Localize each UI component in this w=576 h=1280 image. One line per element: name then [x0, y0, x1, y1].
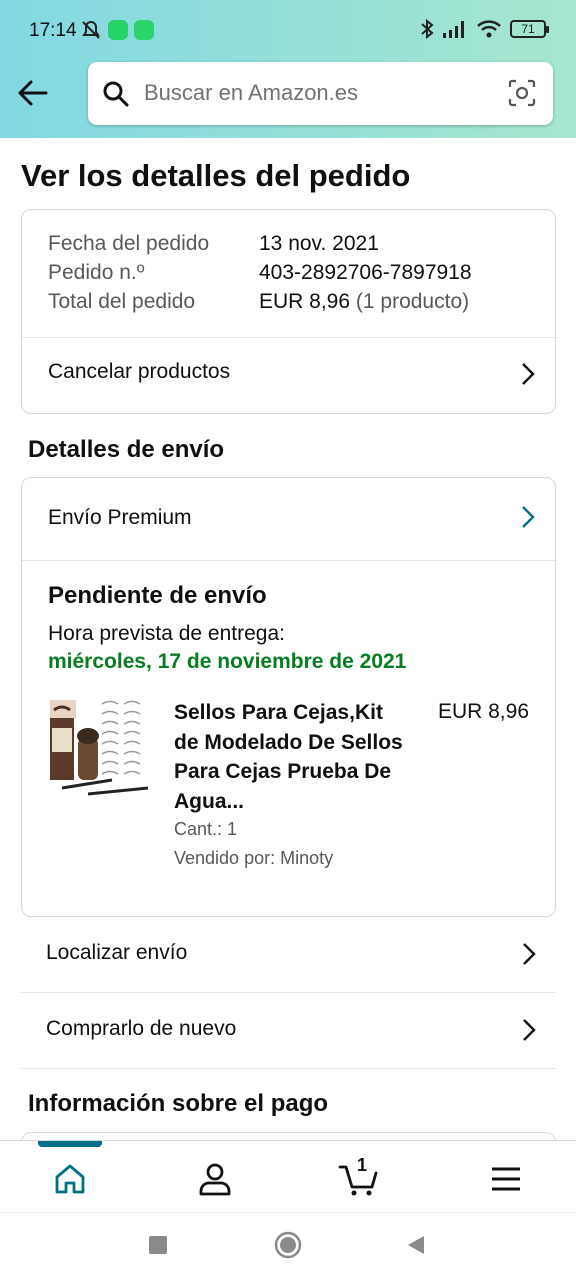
cart-button[interactable]: 1	[338, 1155, 382, 1199]
search-icon	[103, 81, 129, 107]
order-number-label: Pedido n.º	[48, 261, 145, 284]
track-shipment-label: Localizar envío	[46, 941, 188, 964]
chevron-right-icon	[523, 1019, 536, 1041]
shipment-status: Pendiente de envío	[48, 582, 267, 609]
recents-icon[interactable]	[148, 1235, 168, 1255]
status-right-icons: 71	[420, 18, 549, 40]
account-icon[interactable]	[195, 1159, 235, 1199]
order-number-value: 403-2892706-7897918	[259, 261, 472, 284]
order-summary-card: Fecha del pedido 13 nov. 2021 Pedido n.º…	[21, 209, 556, 414]
divider	[22, 560, 555, 561]
camera-scan-icon[interactable]	[507, 78, 537, 108]
bottom-nav: 1	[0, 1140, 576, 1212]
whatsapp-icon	[108, 20, 128, 40]
cart-count: 1	[357, 1155, 368, 1175]
status-bar: 17:14 71	[0, 0, 576, 62]
order-date-label: Fecha del pedido	[48, 232, 210, 255]
product-seller: Vendido por: Minoty	[174, 848, 334, 868]
bluetooth-icon	[421, 18, 434, 40]
wifi-icon	[477, 20, 501, 38]
product-quantity: Cant.: 1	[174, 819, 238, 839]
signal-icon	[443, 21, 464, 38]
menu-icon[interactable]	[486, 1159, 526, 1199]
product-price: EUR 8,96	[437, 700, 529, 723]
shipping-card: Envío Premium Pendiente de envío Hora pr…	[21, 477, 556, 917]
product-title-link[interactable]: Sellos Para Cejas,Kit de Modelado De Sel…	[174, 698, 404, 816]
home-icon[interactable]	[50, 1159, 90, 1199]
premium-shipping-label: Envío Premium	[48, 506, 192, 529]
order-total-amount: EUR 8,96	[259, 290, 351, 313]
cancel-products-label: Cancelar productos	[48, 360, 231, 383]
order-total-value: EUR 8,96 (1 producto)	[259, 290, 469, 314]
back-arrow-icon[interactable]	[16, 76, 50, 110]
premium-shipping-button[interactable]: Envío Premium	[22, 478, 555, 560]
home-system-icon[interactable]	[274, 1231, 302, 1259]
status-left-icons	[80, 19, 154, 41]
chevron-right-icon	[523, 943, 536, 965]
back-system-icon[interactable]	[406, 1235, 426, 1255]
search-bar[interactable]: Buscar en Amazon.es	[88, 62, 553, 125]
shipping-section-title: Detalles de envío	[28, 436, 225, 463]
system-nav-bar	[0, 1212, 576, 1280]
product-image[interactable]	[48, 698, 152, 798]
muted-bell-icon	[82, 20, 100, 39]
buy-again-label: Comprarlo de nuevo	[46, 1017, 237, 1040]
eta-date: miércoles, 17 de noviembre de 2021	[48, 650, 407, 673]
track-shipment-button[interactable]: Localizar envío	[21, 917, 556, 993]
status-time: 17:14	[29, 20, 77, 41]
order-date-value: 13 nov. 2021	[259, 232, 379, 255]
battery-icon: 71	[510, 20, 549, 38]
buy-again-button[interactable]: Comprarlo de nuevo	[21, 993, 556, 1069]
chevron-right-icon	[522, 363, 535, 385]
payment-section-title: Información sobre el pago	[28, 1090, 329, 1117]
cancel-products-button[interactable]: Cancelar productos	[22, 338, 555, 412]
active-tab-indicator	[38, 1141, 102, 1147]
order-total-items: (1 producto)	[355, 290, 470, 313]
page-title: Ver los detalles del pedido	[21, 158, 411, 193]
chevron-right-icon	[522, 506, 535, 528]
app-icon	[134, 20, 154, 40]
search-input[interactable]: Buscar en Amazon.es	[144, 80, 358, 106]
order-total-label: Total del pedido	[48, 290, 196, 313]
eta-label: Hora prevista de entrega:	[48, 622, 285, 645]
